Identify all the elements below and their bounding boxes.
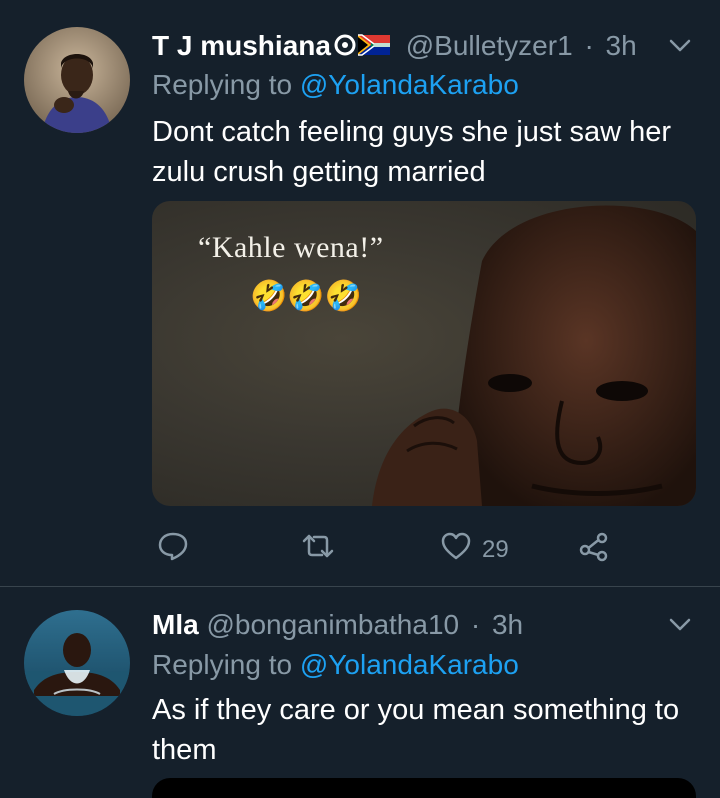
media-caption: “Kahle wena!” xyxy=(198,231,384,264)
replying-to: Replying to @YolandaKarabo xyxy=(152,649,519,681)
handle[interactable]: @Bulletyzer1 xyxy=(406,30,573,61)
mention-link[interactable]: @YolandaKarabo xyxy=(300,69,519,100)
tweet-header: T J mushiana @Bulletyzer1 · 3h xyxy=(152,32,637,63)
tweet-text-line: As if they care or you mean something to xyxy=(152,694,680,726)
tweet-media-image[interactable] xyxy=(152,778,696,798)
tweet-text-line: Dont catch feeling guys she just saw her xyxy=(152,116,672,148)
tweet-text-line: them xyxy=(152,734,217,766)
like-count: 29 xyxy=(482,535,509,563)
timestamp[interactable]: 3h xyxy=(606,30,637,61)
tweet-text-line: zulu crush getting married xyxy=(152,156,486,188)
avatar[interactable] xyxy=(24,610,130,716)
share-icon xyxy=(578,530,610,569)
emoji-badge-icon xyxy=(334,32,394,63)
replying-prefix: Replying to xyxy=(152,649,293,680)
tweet-media-image[interactable]: “Kahle wena!” 🤣🤣🤣 xyxy=(152,201,696,506)
retweet-button[interactable] xyxy=(300,530,336,569)
like-button[interactable]: 29 xyxy=(440,530,509,569)
share-button[interactable] xyxy=(578,530,610,569)
display-name[interactable]: T J mushiana xyxy=(152,30,331,61)
mention-link[interactable]: @YolandaKarabo xyxy=(300,649,519,680)
tweet-header: Mla @bonganimbatha10 · 3h xyxy=(152,611,523,639)
handle[interactable]: @bonganimbatha10 xyxy=(206,609,459,640)
timestamp[interactable]: 3h xyxy=(492,609,523,640)
separator: · xyxy=(584,30,594,61)
retweet-icon xyxy=(300,530,336,569)
avatar[interactable] xyxy=(24,27,130,133)
separator: · xyxy=(470,609,481,640)
replying-prefix: Replying to xyxy=(152,69,293,100)
replying-to: Replying to @YolandaKarabo xyxy=(152,69,519,101)
divider xyxy=(0,586,720,587)
chevron-down-icon[interactable] xyxy=(667,32,693,58)
like-icon xyxy=(440,530,472,569)
tweet-text: Dont catch feeling guys she just saw her… xyxy=(152,112,671,192)
display-name[interactable]: Mla xyxy=(152,609,199,640)
reply-button[interactable] xyxy=(157,530,189,569)
tweet-text: As if they care or you mean something to… xyxy=(152,690,679,770)
media-emojis: 🤣🤣🤣 xyxy=(250,280,363,313)
reply-icon xyxy=(157,530,189,569)
chevron-down-icon[interactable] xyxy=(667,611,693,637)
